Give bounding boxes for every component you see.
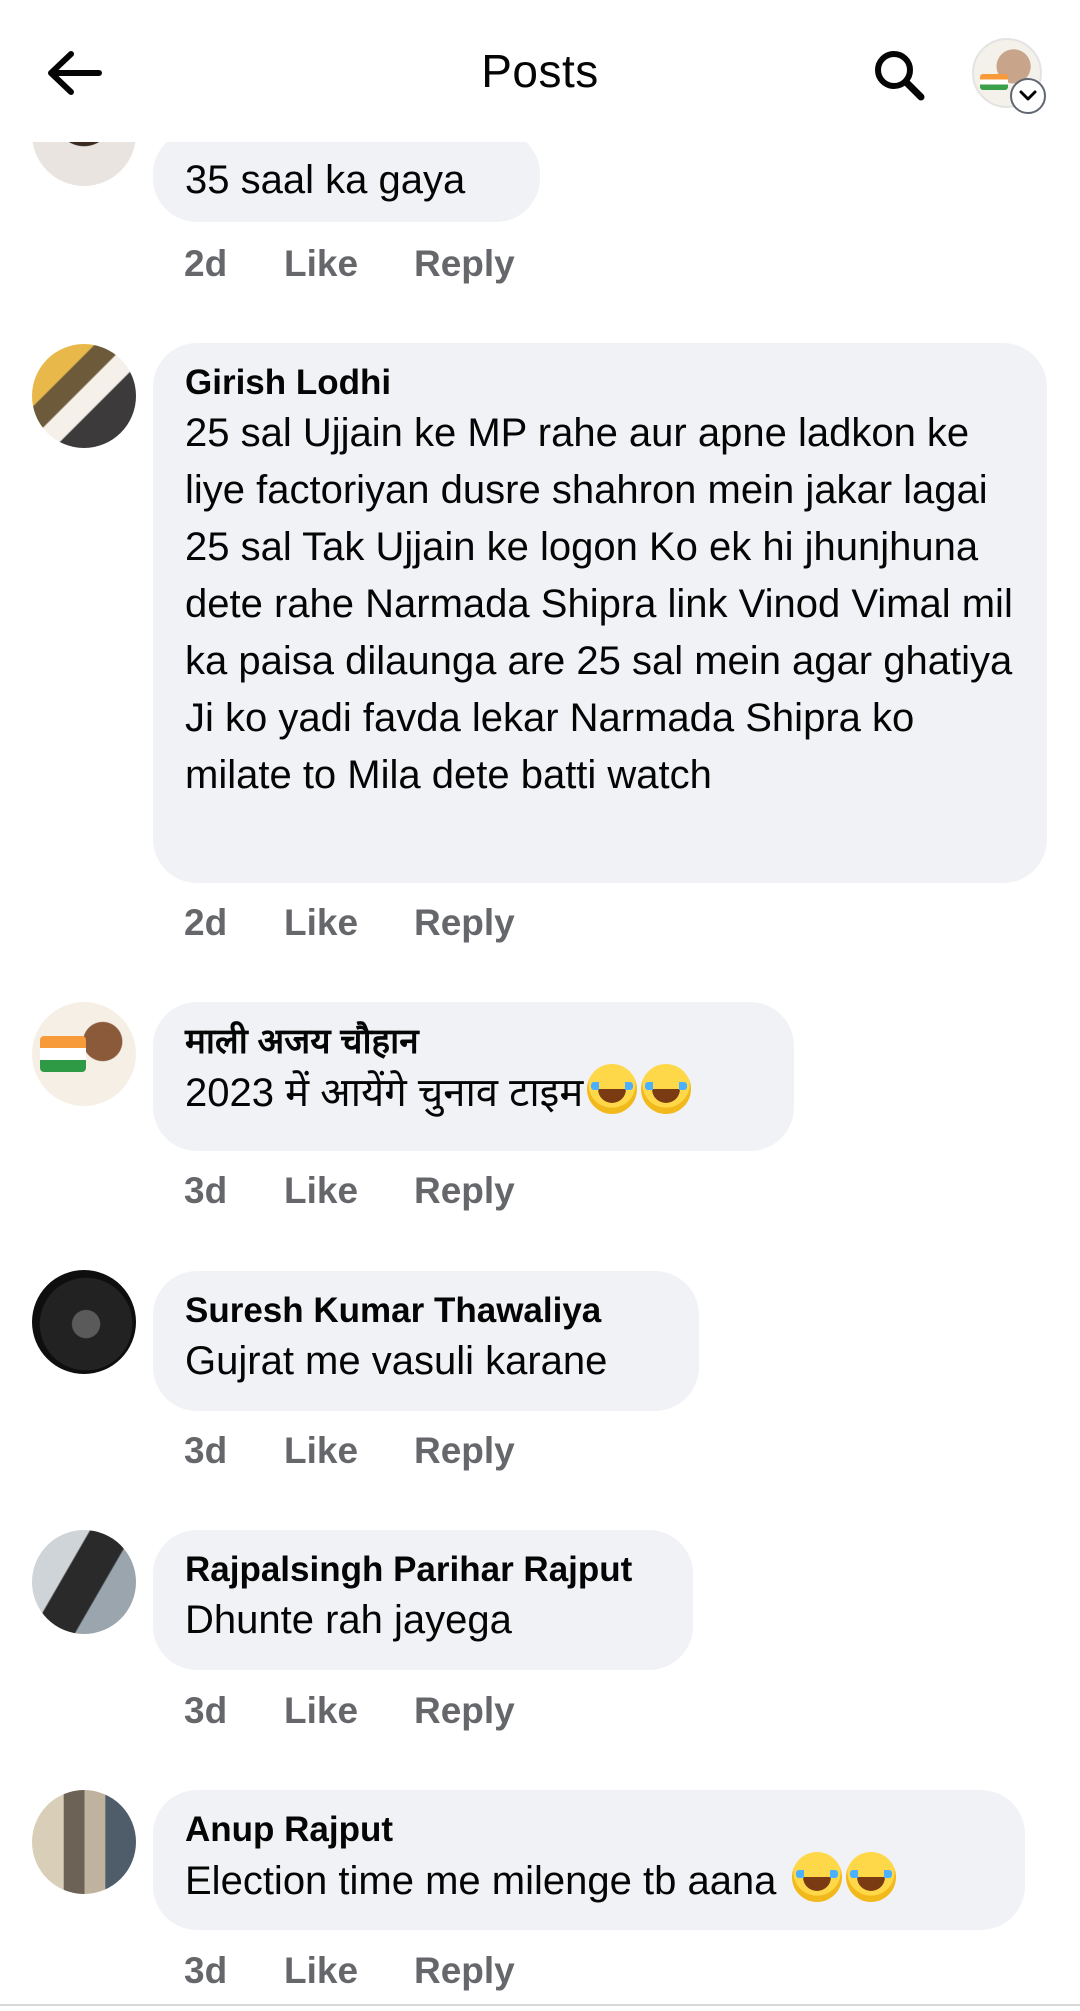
comment-actions: 3d Like Reply (184, 1950, 515, 1992)
reply-button[interactable]: Reply (414, 1170, 515, 1212)
comment-author[interactable]: माली अजय चौहान (185, 1020, 762, 1064)
comment-text: Gujrat me vasuli karane (185, 1339, 608, 1383)
comment-actions: 3d Like Reply (184, 1690, 515, 1732)
like-button[interactable]: Like (284, 1950, 414, 1992)
comment-author[interactable]: Rajpalsingh Parihar Rajput (185, 1548, 661, 1592)
avatar[interactable] (32, 344, 136, 448)
comment-time: 2d (184, 902, 228, 943)
like-button[interactable]: Like (284, 1430, 414, 1472)
reply-button[interactable]: Reply (414, 1950, 515, 1992)
reply-button[interactable]: Reply (414, 1690, 515, 1732)
divider (0, 2004, 1080, 2006)
avatar[interactable] (32, 1270, 136, 1374)
comment-text: Election time me milenge tb aana (185, 1852, 993, 1910)
laughing-emoji-icon (641, 1064, 692, 1114)
comment-actions: 2d Like Reply (184, 243, 515, 285)
like-button[interactable]: Like (284, 1170, 414, 1212)
comment-text-content: Election time me milenge tb aana (185, 1859, 777, 1903)
comment-text: 35 saal ka gaya (185, 158, 466, 202)
flag-icon (980, 74, 1008, 90)
search-icon (875, 51, 925, 101)
comment-author[interactable]: Suresh Kumar Thawaliya (185, 1289, 667, 1333)
comment-actions: 3d Like Reply (184, 1430, 515, 1472)
reply-button[interactable]: Reply (414, 902, 515, 944)
reply-button[interactable]: Reply (414, 1430, 515, 1472)
avatar[interactable] (32, 1790, 136, 1894)
comment-time: 2d (184, 243, 228, 284)
comment-text-content: 2023 में आयेंगे चुनाव टाइम (185, 1071, 584, 1115)
like-button[interactable]: Like (284, 243, 414, 285)
comment-bubble[interactable]: Suresh Kumar Thawaliya Gujrat me vasuli … (153, 1271, 699, 1411)
comment-time: 3d (184, 1430, 228, 1471)
comment-author[interactable]: Girish Lodhi (185, 361, 1015, 405)
search-button[interactable] (866, 42, 932, 108)
chevron-down-icon (1010, 78, 1046, 114)
comment-bubble[interactable]: Anup Rajput Election time me milenge tb … (153, 1790, 1025, 1930)
comment-actions: 3d Like Reply (184, 1170, 515, 1212)
avatar[interactable] (32, 1002, 136, 1106)
like-button[interactable]: Like (284, 1690, 414, 1732)
reply-button[interactable]: Reply (414, 243, 515, 285)
comment-bubble[interactable]: माली अजय चौहान 2023 में आयेंगे चुनाव टाइ… (153, 1002, 794, 1151)
profile-menu-button[interactable] (972, 38, 1046, 114)
comment-text: 2023 में आयेंगे चुनाव टाइम (185, 1064, 762, 1122)
comment-author[interactable]: Anup Rajput (185, 1808, 993, 1852)
comment-actions: 2d Like Reply (184, 902, 515, 944)
comment-bubble[interactable]: 35 saal ka gaya (153, 130, 540, 222)
laughing-emoji-icon (587, 1064, 638, 1114)
flag-icon (40, 1036, 86, 1072)
like-button[interactable]: Like (284, 902, 414, 944)
comment-text: 25 sal Ujjain ke MP rahe aur apne ladkon… (185, 411, 1013, 797)
comment-time: 3d (184, 1690, 228, 1731)
avatar[interactable] (32, 1530, 136, 1634)
comment-text: Dhunte rah jayega (185, 1598, 512, 1642)
laughing-emoji-icon (791, 1852, 842, 1902)
top-app-bar: Posts (0, 0, 1080, 142)
comment-time: 3d (184, 1950, 228, 1991)
comment-time: 3d (184, 1170, 228, 1211)
laughing-emoji-icon (845, 1852, 896, 1902)
comment-bubble[interactable]: Girish Lodhi 25 sal Ujjain ke MP rahe au… (153, 343, 1047, 883)
comment-bubble[interactable]: Rajpalsingh Parihar Rajput Dhunte rah ja… (153, 1530, 693, 1670)
